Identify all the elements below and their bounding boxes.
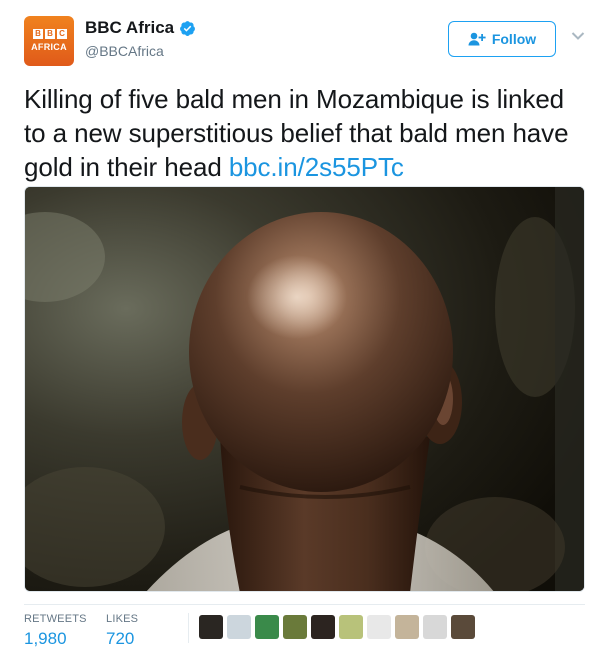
bbc-logo: B B C <box>33 29 67 39</box>
liker-avatar[interactable] <box>395 615 419 639</box>
likes-label: LIKES <box>106 613 139 625</box>
logo-subtitle: AFRICA <box>31 42 67 52</box>
liker-avatars <box>199 615 475 639</box>
retweets-stat[interactable]: RETWEETS 1,980 <box>24 613 87 649</box>
liker-avatar[interactable] <box>227 615 251 639</box>
verified-badge-icon <box>180 20 196 36</box>
retweets-count: 1,980 <box>24 629 67 648</box>
liker-avatar[interactable] <box>255 615 279 639</box>
tweet-stats: RETWEETS 1,980 LIKES 720 <box>24 604 585 648</box>
liker-avatar[interactable] <box>367 615 391 639</box>
liker-avatar[interactable] <box>451 615 475 639</box>
tweet-photo[interactable] <box>24 186 585 592</box>
liker-avatar[interactable] <box>283 615 307 639</box>
tweet-link[interactable]: bbc.in/2s55PTc <box>229 152 404 182</box>
account-avatar[interactable]: B B C AFRICA <box>24 16 74 66</box>
follow-button[interactable]: Follow <box>448 21 556 57</box>
chevron-down-icon[interactable] <box>571 31 585 41</box>
tweet-text: Killing of five bald men in Mozambique i… <box>24 82 584 184</box>
liker-avatar[interactable] <box>311 615 335 639</box>
logo-letter: B <box>33 29 43 39</box>
follow-button-label: Follow <box>491 31 537 47</box>
tweet-header: B B C AFRICA BBC Africa @BBCAfrica Follo… <box>24 16 585 72</box>
liker-avatar[interactable] <box>423 615 447 639</box>
liker-avatar[interactable] <box>339 615 363 639</box>
add-user-icon <box>468 32 486 46</box>
bald-head-photo <box>25 187 584 591</box>
retweets-label: RETWEETS <box>24 613 87 625</box>
account-handle[interactable]: @BBCAfrica <box>85 43 196 59</box>
logo-letter: B <box>45 29 55 39</box>
liker-avatar[interactable] <box>199 615 223 639</box>
logo-letter: C <box>57 29 67 39</box>
account-names: BBC Africa @BBCAfrica <box>85 18 196 59</box>
display-name[interactable]: BBC Africa <box>85 18 174 38</box>
likes-stat[interactable]: LIKES 720 <box>106 613 138 649</box>
stats-divider <box>188 613 189 643</box>
likes-count: 720 <box>106 629 135 648</box>
